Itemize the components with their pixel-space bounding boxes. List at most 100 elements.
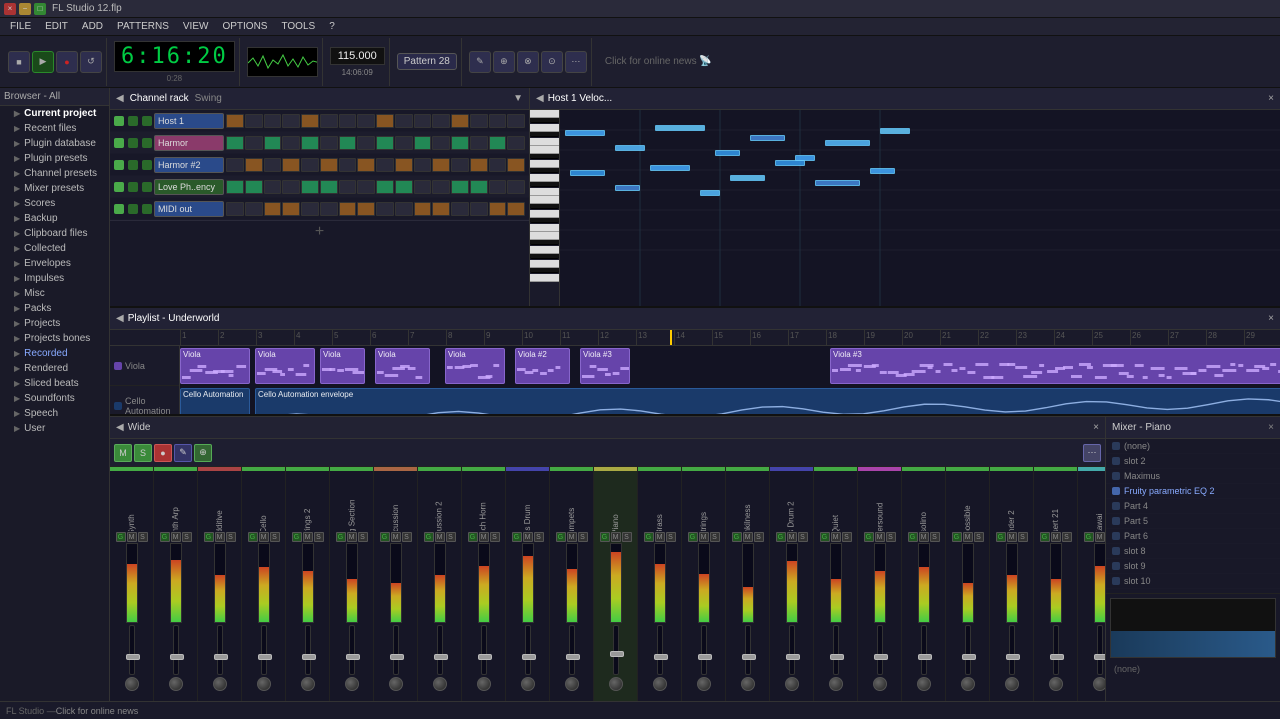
mixer-g-button[interactable]: G (864, 532, 874, 542)
pad-button[interactable] (507, 180, 525, 194)
black-key[interactable] (530, 218, 559, 223)
fader-thumb[interactable] (126, 654, 140, 660)
pad-button[interactable] (264, 202, 282, 216)
mixer-s-button[interactable]: S (842, 532, 852, 542)
mixer-s-button[interactable]: S (446, 532, 456, 542)
channel-name-label[interactable]: Love Ph..ency (154, 179, 224, 195)
mixer-s-button[interactable]: S (930, 532, 940, 542)
pan-knob[interactable] (1093, 677, 1106, 691)
mixer-g-button[interactable]: G (556, 532, 566, 542)
mixer-tb-2[interactable]: S (134, 444, 152, 462)
black-key[interactable] (530, 154, 559, 159)
fader-track[interactable] (613, 625, 619, 675)
fader-thumb[interactable] (918, 654, 932, 660)
mixer-s-button[interactable]: S (578, 532, 588, 542)
piano-note[interactable] (775, 160, 805, 166)
pan-knob[interactable] (345, 677, 359, 691)
pad-button[interactable] (432, 202, 450, 216)
mixer-s-button[interactable]: S (270, 532, 280, 542)
mixer-g-button[interactable]: G (380, 532, 390, 542)
pad-button[interactable] (507, 202, 525, 216)
piano-note[interactable] (700, 190, 720, 196)
white-key[interactable] (530, 260, 559, 268)
mixer-m-button[interactable]: M (963, 532, 973, 542)
pad-button[interactable] (357, 136, 375, 150)
channel-led-2[interactable] (128, 204, 138, 214)
mixer-m-button[interactable]: M (1007, 532, 1017, 542)
white-key[interactable] (530, 146, 559, 154)
sidebar-item-misc[interactable]: ▶Misc (0, 286, 109, 301)
pad-button[interactable] (320, 158, 338, 172)
sidebar-item-current-project[interactable]: ▶Current project (0, 106, 109, 121)
plugin-close[interactable]: × (1268, 422, 1274, 433)
sidebar-item-speech[interactable]: ▶Speech (0, 406, 109, 421)
status-news[interactable]: Click for online news (56, 706, 139, 716)
mixer-m-button[interactable]: M (303, 532, 313, 542)
mixer-s-button[interactable]: S (314, 532, 324, 542)
fader-thumb[interactable] (434, 654, 448, 660)
channel-led-1[interactable] (114, 204, 124, 214)
fader-thumb[interactable] (170, 654, 184, 660)
mixer-m-button[interactable]: M (699, 532, 709, 542)
mixer-s-button[interactable]: S (226, 532, 236, 542)
mixer-g-button[interactable]: G (512, 532, 522, 542)
playlist-block[interactable]: Viola #2 (515, 348, 570, 384)
fader-track[interactable] (833, 625, 839, 675)
fader-thumb[interactable] (522, 654, 536, 660)
plugin-slot-4[interactable]: Part 4 (1106, 499, 1280, 514)
fader-track[interactable] (745, 625, 751, 675)
sidebar-item-clipboard-files[interactable]: ▶Clipboard files (0, 226, 109, 241)
mixer-nav-prev[interactable]: ◀ (116, 422, 124, 433)
pad-button[interactable] (245, 180, 263, 194)
playlist-block[interactable]: Viola #3 (830, 348, 1280, 384)
mixer-channel[interactable]: TsolinoGMS (902, 467, 946, 701)
pan-knob[interactable] (697, 677, 711, 691)
mixer-s-button[interactable]: S (622, 532, 632, 542)
piano-note[interactable] (880, 128, 910, 134)
mixer-tb-1[interactable]: M (114, 444, 132, 462)
mixer-channel[interactable]: QuietGMS (814, 467, 858, 701)
pad-button[interactable] (245, 202, 263, 216)
menu-options[interactable]: OPTIONS (216, 20, 273, 33)
playlist-block[interactable]: Viola #3 (580, 348, 630, 384)
playlist-block[interactable]: Viola (255, 348, 315, 384)
mixer-g-button[interactable]: G (424, 532, 434, 542)
fader-track[interactable] (1053, 625, 1059, 675)
pad-button[interactable] (507, 136, 525, 150)
pad-button[interactable] (301, 202, 319, 216)
fader-track[interactable] (129, 625, 135, 675)
white-key[interactable] (530, 110, 559, 118)
white-key[interactable] (530, 210, 559, 218)
plugin-fader-display[interactable] (1110, 598, 1276, 658)
pad-button[interactable] (376, 114, 394, 128)
pad-button[interactable] (395, 114, 413, 128)
fader-track[interactable] (305, 625, 311, 675)
fader-track[interactable] (1097, 625, 1103, 675)
window-controls[interactable]: × − □ (4, 3, 46, 15)
pad-button[interactable] (339, 114, 357, 128)
bpm-display[interactable]: 115.000 (330, 47, 385, 65)
mixer-m-button[interactable]: M (171, 532, 181, 542)
mixer-m-button[interactable]: M (259, 532, 269, 542)
pad-button[interactable] (414, 158, 432, 172)
white-key[interactable] (530, 196, 559, 204)
sidebar-item-soundfonts[interactable]: ▶Soundfonts (0, 391, 109, 406)
fader-thumb[interactable] (698, 654, 712, 660)
pan-knob[interactable] (257, 677, 271, 691)
mixer-channel[interactable]: UndersoundGMS (858, 467, 902, 701)
mixer-g-button[interactable]: G (776, 532, 786, 542)
pad-button[interactable] (282, 114, 300, 128)
pad-button[interactable] (451, 114, 469, 128)
mixer-channel[interactable]: StringsGMS (682, 467, 726, 701)
pad-button[interactable] (395, 158, 413, 172)
sidebar-item-recent-files[interactable]: ▶Recent files (0, 121, 109, 136)
track-label-item[interactable]: Cello Automation (110, 386, 179, 414)
pad-button[interactable] (451, 202, 469, 216)
menu-add[interactable]: ADD (76, 20, 109, 33)
channel-led-1[interactable] (114, 138, 124, 148)
pad-button[interactable] (339, 136, 357, 150)
add-channel-button[interactable]: + (110, 220, 529, 242)
piano-note[interactable] (715, 150, 740, 156)
mixer-g-button[interactable]: G (820, 532, 830, 542)
mixer-g-button[interactable]: G (292, 532, 302, 542)
